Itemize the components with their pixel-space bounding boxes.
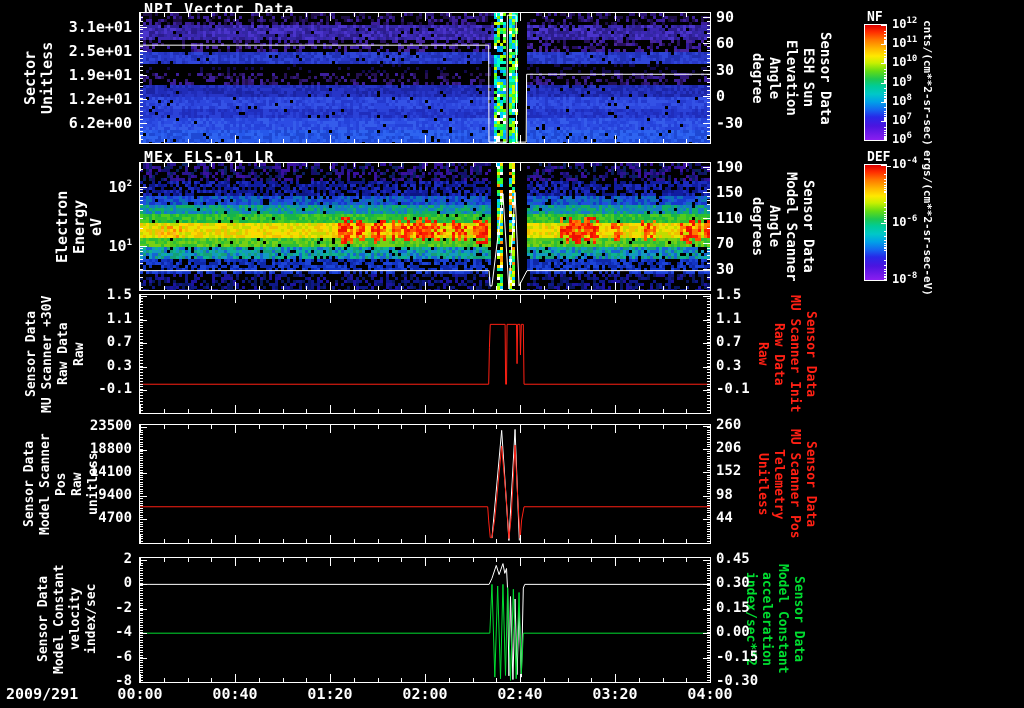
colorbar-tick-label: 10-4 <box>892 156 918 172</box>
y-tick-label-right: 0.30 <box>716 575 750 592</box>
x-tick-label: 02:40 <box>497 685 543 703</box>
y-tick-label: 23500 <box>89 417 132 434</box>
y-tick-label: 0.3 <box>106 357 132 374</box>
y-tick-label-right: 110 <box>716 208 744 227</box>
y-tick-label-right: -30 <box>716 113 744 132</box>
y-tick-label-right: 150 <box>716 183 744 202</box>
x-tick-label: 04:00 <box>687 685 733 703</box>
panel-scanner-pos-canvas <box>139 424 711 544</box>
panel-model-constant-canvas <box>139 557 711 683</box>
colorbar-tick-label: 108 <box>892 92 912 108</box>
x-tick-label: 02:00 <box>402 685 448 703</box>
x-tick-label: 03:20 <box>592 685 638 703</box>
y-tick-label-right: 44 <box>716 509 733 526</box>
colorbar-tick-label: 109 <box>892 73 912 89</box>
science-plot-screen: NPI Vector Data MEx ELS-01 LR Sector Unit… <box>0 0 1024 708</box>
y-tick-label: -0.1 <box>98 381 132 398</box>
y-tick-label-right: -0.1 <box>716 381 750 398</box>
y-tick-label: 9400 <box>98 486 132 503</box>
y-tick-label: -6 <box>115 648 132 665</box>
y-tick-label: 14100 <box>89 463 132 480</box>
y-tick-label: 101 <box>108 236 132 255</box>
panel-mex-els-canvas <box>139 162 711 291</box>
y-tick-label-right: 60 <box>716 34 735 53</box>
y-tick-label-right: 98 <box>716 486 733 503</box>
panel-scanner-30v-canvas <box>139 294 711 414</box>
y-tick-label-right: 0.15 <box>716 599 750 616</box>
colorbar-tick-label: 10-8 <box>892 271 918 287</box>
y-tick-label-right: 70 <box>716 234 735 253</box>
colorbar-tick-label: 1011 <box>892 35 918 51</box>
y-tick-label-right: 30 <box>716 259 735 278</box>
y-tick-label-right: 152 <box>716 463 742 480</box>
y-tick-label: 4700 <box>98 510 132 526</box>
y-tick-label-right: 0.7 <box>716 334 742 351</box>
colorbar-tick-label: 107 <box>892 111 912 127</box>
y-tick-label-right: -0.15 <box>716 648 759 665</box>
colorbar-tick-label: 106 <box>892 131 912 147</box>
y-tick-label-right: 1.5 <box>716 287 742 304</box>
colorbar-tick-label: 10-6 <box>892 213 918 229</box>
y-tick-label: -4 <box>115 624 132 641</box>
y-tick-label: 2.5e+01 <box>68 41 132 60</box>
y-tick-label: 1.1 <box>106 310 132 327</box>
y-tick-label-right: 260 <box>716 416 742 433</box>
y-tick-label: 0 <box>123 575 132 592</box>
y-tick-label: 2 <box>123 550 132 567</box>
y-tick-label: 6.2e+00 <box>68 113 132 132</box>
y-tick-label-right: 0.00 <box>716 624 750 641</box>
colorbar-tick-label: 1012 <box>892 16 918 32</box>
x-tick-label: 00:00 <box>117 685 163 703</box>
y-tick-label: 3.1e+01 <box>68 18 132 37</box>
x-tick-label: 00:40 <box>212 685 258 703</box>
y-tick-label-right: 1.1 <box>716 310 742 327</box>
y-tick-label-right: 0 <box>716 87 726 106</box>
y-tick-label: -2 <box>115 599 132 616</box>
npi-left-axis-label: Sector Unitless <box>21 41 56 115</box>
y-tick-label: 1.9e+01 <box>68 66 132 84</box>
colorbar-tick-label: 1010 <box>892 54 918 70</box>
y-tick-label: 18800 <box>89 440 132 457</box>
y-tick-label: 1.2e+01 <box>68 90 132 109</box>
x-tick-label: 01:20 <box>307 685 353 703</box>
y-tick-label: 102 <box>108 177 132 196</box>
y-tick-label: 0.7 <box>106 334 132 351</box>
colorbar-def <box>864 164 887 281</box>
y-tick-label-right: 30 <box>716 60 735 79</box>
y-tick-label-right: 0.45 <box>716 550 750 567</box>
y-tick-label-right: 90 <box>716 8 735 27</box>
y-tick-label-right: 206 <box>716 440 742 457</box>
y-tick-label-right: 190 <box>716 158 744 177</box>
y-tick-label-right: 0.3 <box>716 357 742 374</box>
panel-npi-vector-canvas <box>139 12 711 144</box>
y-tick-label: 1.5 <box>106 287 132 304</box>
colorbar-nf <box>864 24 887 141</box>
